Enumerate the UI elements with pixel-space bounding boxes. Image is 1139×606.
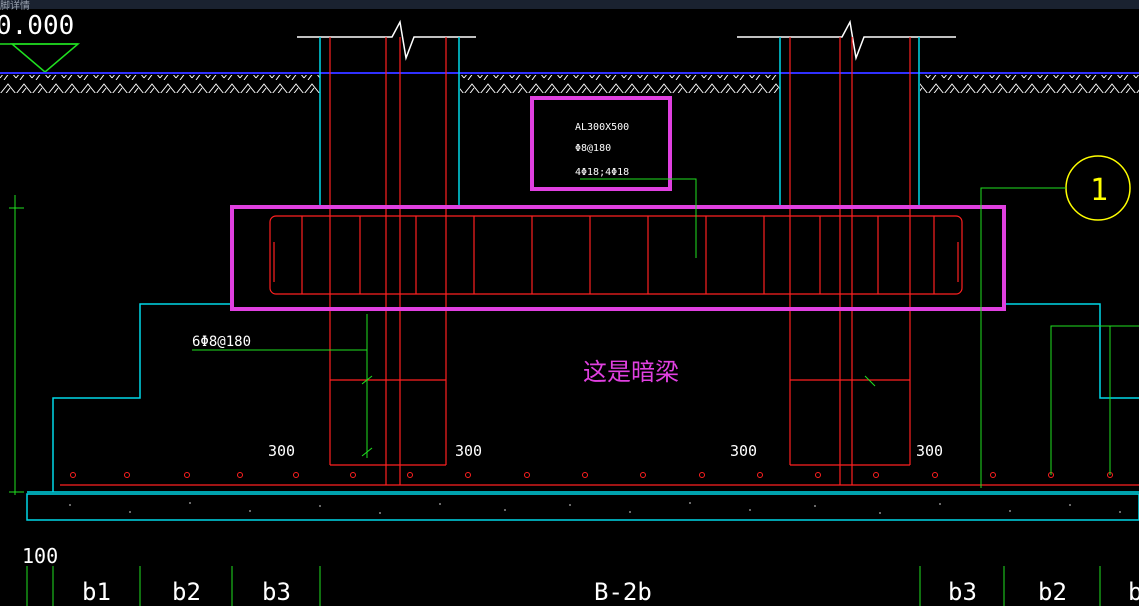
tie-label: 6Φ8@180 (192, 334, 251, 350)
tie-callout: 6Φ8@180 (192, 314, 876, 458)
beam-main-bars: 4Φ18;4Φ18 (575, 167, 629, 178)
elevation-marker: 0.000 (0, 11, 81, 73)
beam-callout: AL300X500 Φ8@180 4Φ18;4Φ18 (530, 96, 697, 258)
break-lines (297, 19, 956, 61)
strip-label-b3-left: b3 (262, 578, 291, 606)
strip-label-b3-right: b3 (948, 578, 977, 606)
column-outlines (319, 37, 920, 205)
beam-stirrup: Φ8@180 (575, 143, 611, 154)
strip-label-b1: b1 (82, 578, 111, 606)
grid-bubble-label: 1 (1090, 173, 1108, 208)
offset-dimensions: 300 300 300 300 (268, 442, 943, 460)
strip-label-b2-left: b2 (172, 578, 201, 606)
offset-dim-1: 300 (268, 442, 295, 460)
beam-name: AL300X500 (575, 122, 629, 133)
concealed-beam-annotation: 这是暗梁 (583, 358, 679, 386)
vertical-dimension (9, 195, 24, 495)
concealed-beam-cage (269, 215, 963, 295)
offset-dim-2: 300 (455, 442, 482, 460)
offset-dim-4: 300 (916, 442, 943, 460)
column-rebar (329, 37, 911, 485)
footing-outline (27, 303, 1139, 493)
bottom-rebar (60, 472, 1139, 486)
strip-label-center: B-2b (594, 578, 652, 606)
strip-dimension-row: 100 b1 b2 b3 B-2b b3 b2 b (22, 544, 1139, 606)
blinding-layer (26, 493, 1139, 521)
bottom-left-dimension: 100 (22, 544, 58, 568)
strip-label-b2-right: b2 (1038, 578, 1067, 606)
cad-drawing-canvas[interactable]: 0.000 AL300X500 Φ8@180 4Φ18;4Φ18 6Φ8@180… (0, 0, 1139, 606)
offset-dim-3: 300 (730, 442, 757, 460)
strip-label-b-right: b (1128, 578, 1139, 606)
elevation-label: 0.000 (0, 11, 74, 41)
ground-grade (0, 72, 1139, 93)
